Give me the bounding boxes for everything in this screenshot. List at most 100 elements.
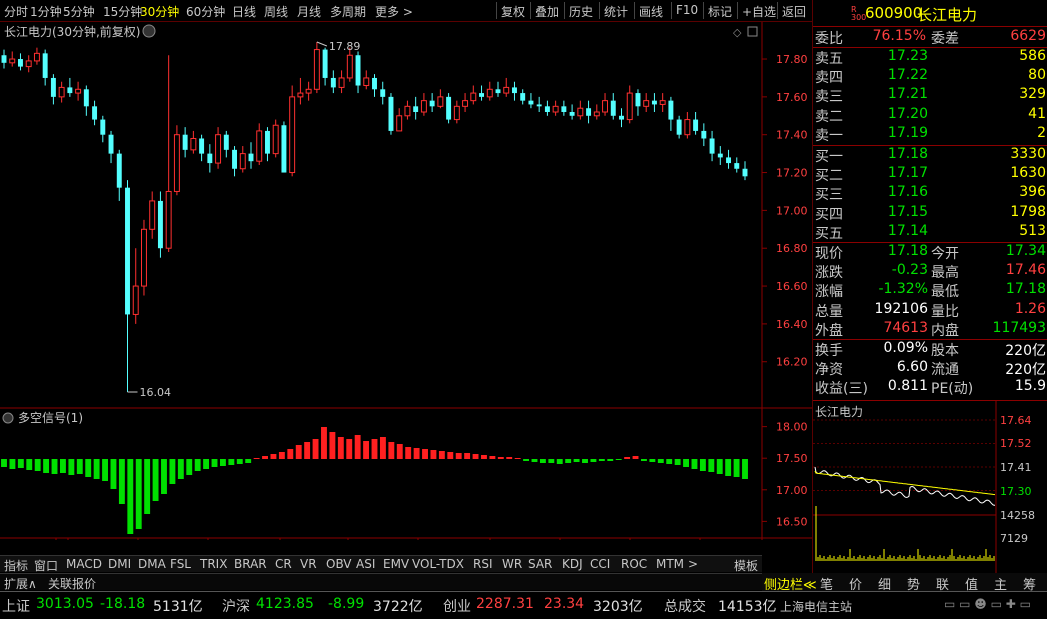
period-tab[interactable]: 周线 (264, 3, 288, 20)
indicator-tab[interactable]: 模板 (734, 557, 758, 574)
period-tab[interactable]: 月线 (297, 3, 321, 20)
stock-name: 长江电力 (917, 6, 978, 24)
toolbar-button[interactable]: 统计 (604, 3, 628, 20)
period-toolbar: 分时 1分钟 5分钟 15分钟 30分钟 60分钟 日线 周线 月线 多周期 更多 > 复权 叠加 历史统… (0, 0, 812, 22)
sell-level-row[interactable]: 卖四 17.22 80 (813, 67, 1047, 86)
buy-level-price: 17.14 (887, 222, 928, 239)
indicator-tab[interactable]: WR (502, 557, 522, 571)
indicator-tab[interactable]: RSI (473, 557, 493, 571)
indicator-tick-label: 16.50 (776, 515, 808, 528)
fin-label: 股本 (931, 343, 959, 359)
toolbar-button[interactable]: F10 (676, 3, 698, 17)
sell-level-row[interactable]: 卖二 17.20 41 (813, 106, 1047, 125)
candle-body (536, 104, 542, 107)
toolbar-button[interactable]: 返回 (782, 3, 806, 20)
indicator-tab[interactable]: MTM (656, 557, 684, 571)
candle-body (693, 119, 699, 131)
toolbar-button[interactable]: 叠加 (535, 3, 559, 20)
indicator-tab[interactable]: FSL (170, 557, 191, 571)
candle-body (355, 55, 361, 86)
mini-price-line (814, 466, 995, 506)
stat-label: 涨跌 (815, 265, 843, 282)
cy-index-label[interactable]: 创业 (443, 596, 471, 616)
sell-level-row[interactable]: 卖三 17.21 329 (813, 86, 1047, 105)
candle-body (83, 89, 89, 107)
expand-button[interactable]: 扩展∧ (4, 575, 37, 592)
sell-level-price: 17.23 (887, 48, 928, 64)
signal-bar (506, 457, 513, 459)
indicator-tab[interactable]: CCI (590, 557, 610, 571)
related-quote-button[interactable]: 关联报价 (48, 575, 96, 592)
stat-value: 17.46 (1005, 262, 1046, 279)
fin-value: 0.09% (883, 340, 928, 356)
toolbar-button[interactable]: 标记 (708, 3, 732, 20)
indicator-tab[interactable]: DMA (138, 557, 166, 571)
stat-value: 192106 (874, 300, 928, 317)
sell-level-row[interactable]: 卖一 17.19 2 (813, 125, 1047, 144)
indicator-tab[interactable]: 窗口 (34, 557, 58, 574)
mini-intraday-chart[interactable]: 长江电力 17.64 17.52 17.41 17.30 14258 7129 (813, 401, 1047, 573)
kline-chart-area[interactable]: 长江电力(30分钟,前复权) ◇ 17.80 17.60 17.40 17.20 17.00… (0, 22, 812, 540)
hs-index-label[interactable]: 沪深 (222, 596, 250, 616)
price-tick-label: 17.20 (776, 167, 808, 180)
toolbar-separator (599, 2, 600, 19)
r-badge: R 300 (851, 5, 867, 22)
toolbar-button[interactable]: 画线 (639, 3, 663, 20)
period-tab[interactable]: 15分钟 (103, 3, 142, 20)
candle-body (610, 100, 616, 116)
sell-level-row[interactable]: 卖五 17.23 586 (813, 48, 1047, 67)
indicator-tab[interactable]: > (688, 557, 698, 571)
buy-level-label: 买四 (815, 206, 843, 223)
buy-level-row[interactable]: 买二 17.17 1630 (813, 165, 1047, 184)
sh-index-label[interactable]: 上证 (2, 596, 30, 616)
indicator-tab[interactable]: SAR (528, 557, 552, 571)
signal-bar (388, 442, 395, 459)
indicator-tab[interactable]: ASI (356, 557, 375, 571)
indicator-tab[interactable]: KDJ (562, 557, 583, 571)
chart-menu-icon[interactable] (142, 24, 156, 38)
buy-level-row[interactable]: 买五 17.14 513 (813, 223, 1047, 242)
signal-bar (245, 459, 252, 463)
indicator-tab[interactable]: EMV (383, 557, 409, 571)
indicator-tab[interactable]: VOL-TDX (412, 557, 464, 571)
buy-level-row[interactable]: 买一 17.18 3330 (813, 146, 1047, 165)
indicator-tab[interactable]: 指标 (4, 557, 28, 574)
candle-body (58, 86, 65, 98)
indicator-tab[interactable]: MACD (66, 557, 102, 571)
window-icons[interactable]: ▭ ▭ ☻ ▭ ✚ ▭ (944, 597, 1031, 611)
period-tab[interactable]: 30分钟 (140, 3, 179, 20)
toolbar-button[interactable]: 历史 (569, 3, 593, 20)
period-tab[interactable]: 5分钟 (63, 3, 95, 20)
period-tab[interactable]: 日线 (232, 3, 256, 20)
low-price-label: 16.04 (140, 386, 172, 399)
indicator-tab[interactable]: VR (300, 557, 317, 571)
indicator-tab[interactable]: DMI (108, 557, 131, 571)
indicator-tab[interactable]: CR (275, 557, 292, 571)
buy-level-row[interactable]: 买三 17.16 396 (813, 184, 1047, 203)
mini-tick-label: 14258 (1000, 509, 1035, 522)
indicator-tab[interactable]: ROC (621, 557, 647, 571)
indicator-tab[interactable]: BRAR (234, 557, 267, 571)
buy-level-row[interactable]: 买四 17.15 1798 (813, 204, 1047, 223)
period-tab[interactable]: 60分钟 (186, 3, 225, 20)
price-tick-label: 17.80 (776, 53, 808, 66)
weicha-label: 委差 (931, 31, 959, 47)
toolbar-button[interactable]: 复权 (501, 3, 525, 20)
indicator-tab[interactable]: OBV (326, 557, 352, 571)
toolbar-button[interactable]: +自选 (742, 3, 776, 20)
indicator-tab[interactable]: TRIX (200, 557, 227, 571)
indicator-menu-icon[interactable] (2, 412, 14, 424)
quote-panel: R 300 600900 长江电力 委比 76.15% 委差 6629 卖五 17… (812, 0, 1047, 576)
candle-body (659, 100, 666, 105)
signal-bar (481, 455, 487, 459)
kline-chart-svg[interactable]: 长江电力(30分钟,前复权) ◇ 17.80 17.60 17.40 17.20 17.00… (0, 22, 812, 540)
period-tab[interactable]: 更多 > (375, 3, 413, 20)
period-tab[interactable]: 多周期 (330, 3, 366, 20)
period-tab[interactable]: 分时 (4, 3, 28, 20)
diamond-icon[interactable]: ◇ (733, 26, 742, 39)
signal-bar (9, 459, 16, 469)
server-name[interactable]: 上海电信主站 (780, 598, 852, 615)
period-tab[interactable]: 1分钟 (30, 3, 62, 20)
candle-body (495, 89, 501, 94)
cy-index-value: 2287.31 (476, 596, 534, 612)
